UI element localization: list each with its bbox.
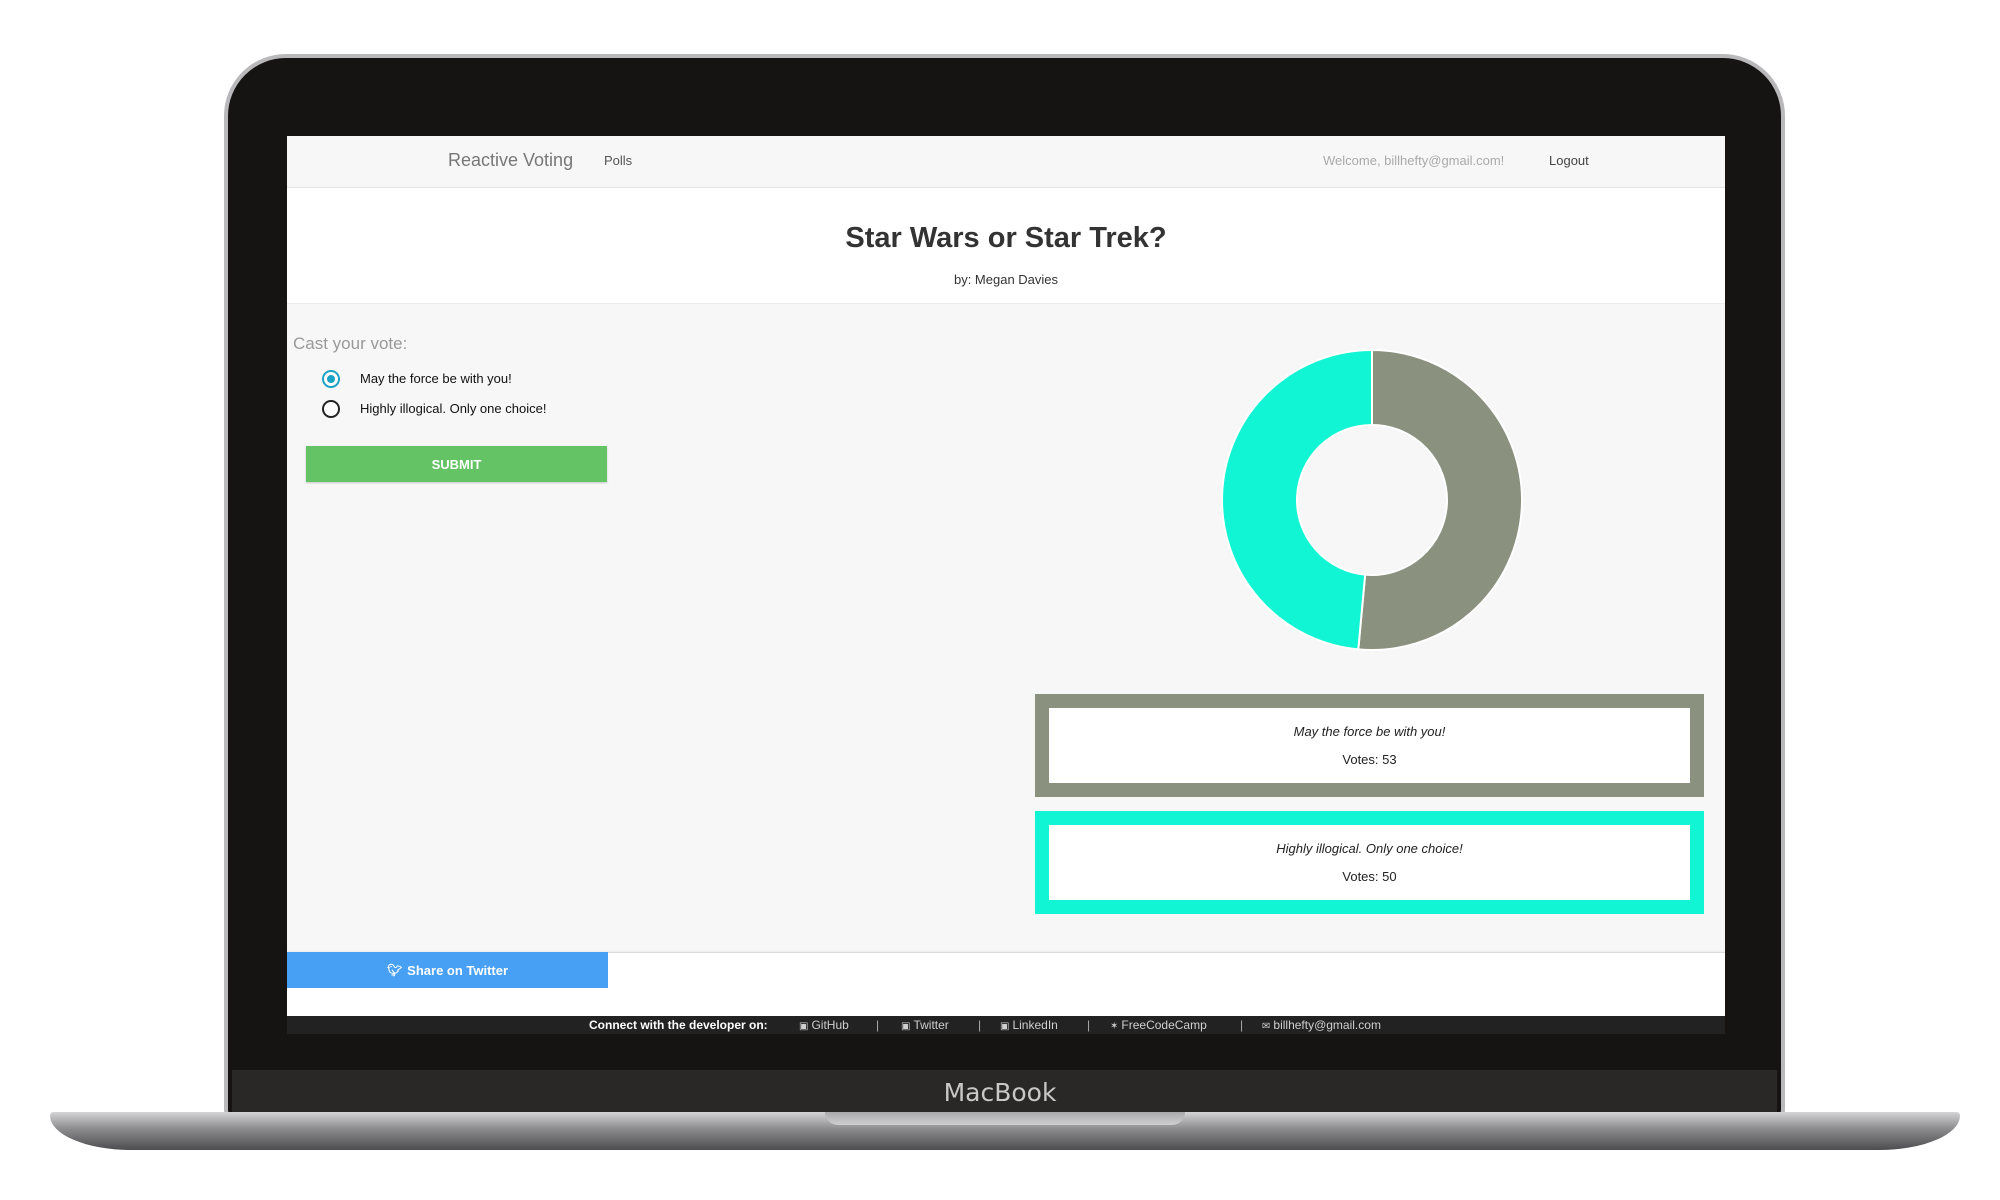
- twitter-icon: 🐦︎: [386, 963, 403, 977]
- footer-link-linkedin[interactable]: ▣ LinkedIn: [1000, 1016, 1058, 1034]
- device-label: MacBook: [943, 1078, 1057, 1107]
- laptop-notch: [825, 1112, 1185, 1125]
- navbar: Reactive Voting Polls Welcome, billhefty…: [287, 136, 1725, 188]
- footer-link-email[interactable]: ✉ billhefty@gmail.com: [1262, 1016, 1381, 1034]
- result-option-label: Highly illogical. Only one choice!: [1276, 841, 1463, 856]
- poll-title: Star Wars or Star Trek?: [845, 222, 1167, 254]
- radio-button[interactable]: [322, 400, 340, 418]
- twitter-icon: ▣: [901, 1021, 911, 1032]
- welcome-text: Welcome, billhefty@gmail.com!: [1323, 153, 1505, 168]
- result-votes: Votes: 50: [1342, 869, 1397, 884]
- poll-header: Star Wars or Star Trek? by: Megan Davies: [287, 188, 1725, 304]
- brand-link[interactable]: Reactive Voting: [448, 150, 573, 171]
- linkedin-icon: ▣: [1000, 1021, 1010, 1032]
- poll-author: by: Megan Davies: [953, 272, 1059, 287]
- radio-button[interactable]: [322, 370, 340, 388]
- submit-button[interactable]: SUBMIT: [306, 446, 607, 482]
- vote-option-label[interactable]: Highly illogical. Only one choice!: [360, 401, 546, 416]
- app-screen: Reactive Voting Polls Welcome, billhefty…: [287, 136, 1725, 1034]
- results-donut-chart: [1221, 348, 1523, 651]
- donut-slice-0: [1357, 348, 1523, 651]
- share-twitter-label: Share on Twitter: [407, 962, 509, 978]
- github-icon: ▣: [799, 1021, 809, 1032]
- footer-separator: |: [978, 1018, 982, 1032]
- logout-link[interactable]: Logout: [1549, 153, 1589, 168]
- vote-option-label[interactable]: May the force be with you!: [360, 371, 512, 386]
- footer-link-twitter[interactable]: ▣ Twitter: [901, 1016, 949, 1034]
- footer-connect-label: Connect with the developer on:: [589, 1018, 768, 1032]
- footer-separator: |: [876, 1018, 880, 1032]
- fire-icon: ✶: [1110, 1021, 1119, 1032]
- footer-link-github[interactable]: ▣ GitHub: [799, 1016, 849, 1034]
- result-votes: Votes: 53: [1342, 752, 1397, 767]
- footer-separator: |: [1240, 1018, 1244, 1032]
- footer-separator: |: [1087, 1018, 1091, 1032]
- share-twitter-button[interactable]: 🐦︎ Share on Twitter: [287, 952, 608, 988]
- nav-polls-link[interactable]: Polls: [604, 153, 632, 168]
- vote-heading: Cast your vote:: [293, 334, 408, 353]
- footer-link-freecodecamp[interactable]: ✶ FreeCodeCamp: [1110, 1016, 1207, 1034]
- result-card: Highly illogical. Only one choice! Votes…: [1035, 811, 1704, 914]
- envelope-icon: ✉: [1262, 1021, 1271, 1032]
- donut-slice-1: [1221, 348, 1373, 651]
- developer-footer: Connect with the developer on: ▣ GitHub |…: [287, 1016, 1725, 1034]
- result-option-label: May the force be with you!: [1293, 724, 1446, 739]
- result-card: May the force be with you! Votes: 53: [1035, 694, 1704, 797]
